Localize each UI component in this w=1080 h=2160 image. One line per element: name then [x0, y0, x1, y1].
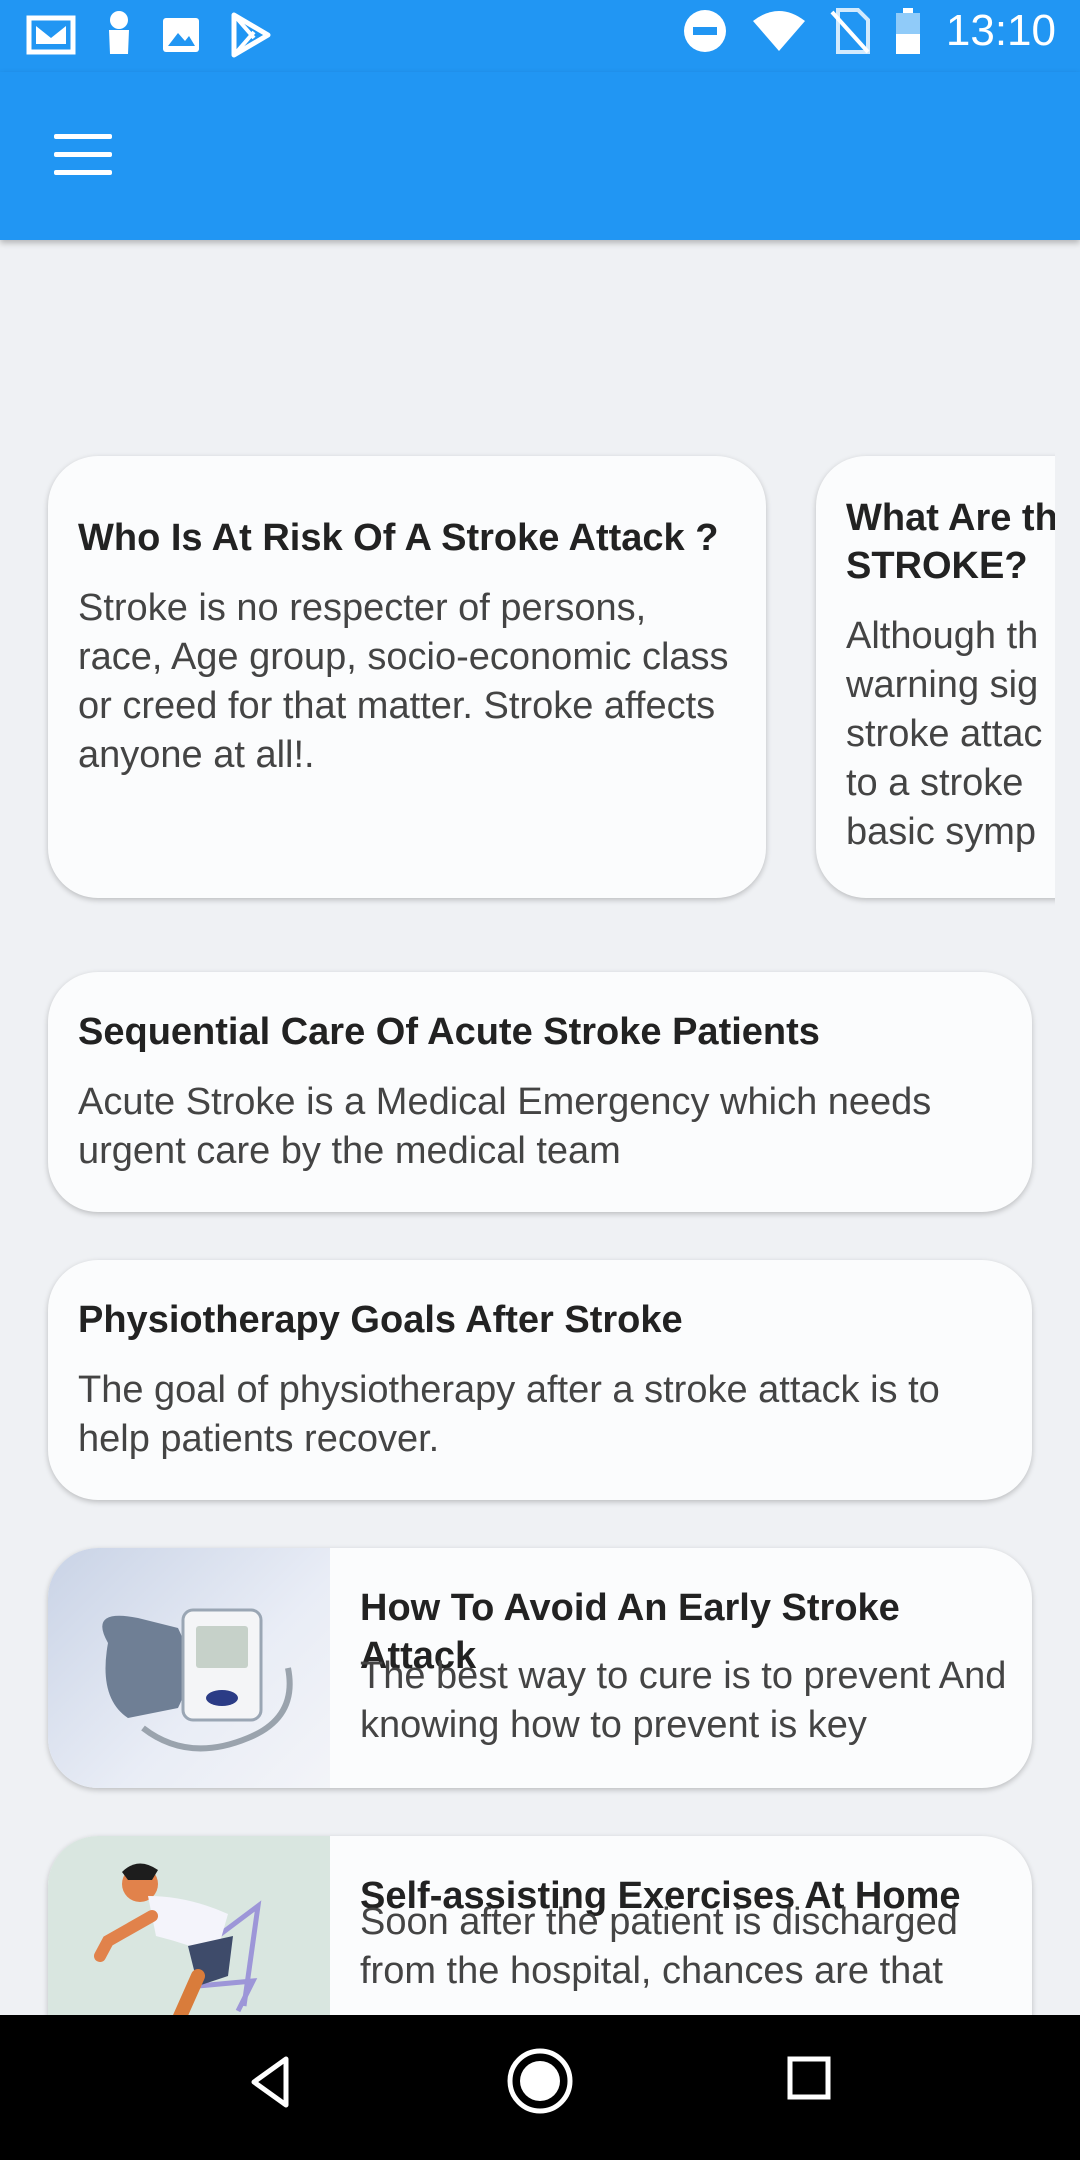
featured-card[interactable]: Who Is At Risk Of A Stroke Attack ? Stro… [48, 456, 766, 898]
notification-icon [109, 11, 129, 54]
app-bar [0, 72, 1080, 240]
article-title: Physiotherapy Goals After Stroke [78, 1299, 683, 1341]
wifi-icon [752, 11, 805, 51]
featured-card-title: Who Is At Risk Of A Stroke Attack ? [78, 517, 719, 559]
recents-icon[interactable] [786, 2055, 832, 2101]
status-left-icons [26, 10, 274, 60]
featured-card-title: What Are th STROKE? [846, 497, 1055, 587]
gmail-icon [26, 15, 76, 55]
article-card[interactable]: How To Avoid An Early Stroke Attack The … [48, 1548, 1032, 1788]
featured-card-body: Stroke is no respecter of persons, race,… [78, 587, 729, 776]
article-title: Sequential Care Of Acute Stroke Patients [78, 1011, 820, 1053]
article-body: The goal of physiotherapy after a stroke… [78, 1369, 940, 1460]
status-bar: 13:10 [0, 0, 1080, 72]
blood-pressure-monitor-image [48, 1548, 330, 1788]
featured-card[interactable]: What Are th STROKE? Although th warning … [816, 456, 1055, 898]
article-card[interactable]: Sequential Care Of Acute Stroke Patients… [48, 972, 1032, 1212]
navigation-bar [0, 2015, 1080, 2160]
do-not-disturb-icon [683, 10, 726, 52]
hamburger-menu-icon[interactable] [54, 134, 114, 178]
home-icon[interactable] [506, 2047, 574, 2115]
image-icon [163, 18, 199, 52]
no-sim-icon [830, 8, 870, 54]
article-card[interactable]: Physiotherapy Goals After Stroke The goa… [48, 1260, 1032, 1500]
back-icon[interactable] [248, 2055, 292, 2109]
article-body: Acute Stroke is a Medical Emergency whic… [78, 1081, 932, 1172]
featured-carousel[interactable]: Who Is At Risk Of A Stroke Attack ? Stro… [0, 450, 1055, 910]
status-right-icons: 13:10 [682, 6, 1056, 56]
article-body: Soon after the patient is discharged fro… [360, 1901, 958, 1992]
battery-icon [895, 8, 920, 54]
article-body: The best way to cure is to prevent And k… [360, 1655, 1007, 1746]
featured-card-body: Although th warning sig stroke attac to … [846, 615, 1043, 853]
status-time: 13:10 [945, 6, 1056, 55]
play-store-icon [231, 12, 271, 58]
